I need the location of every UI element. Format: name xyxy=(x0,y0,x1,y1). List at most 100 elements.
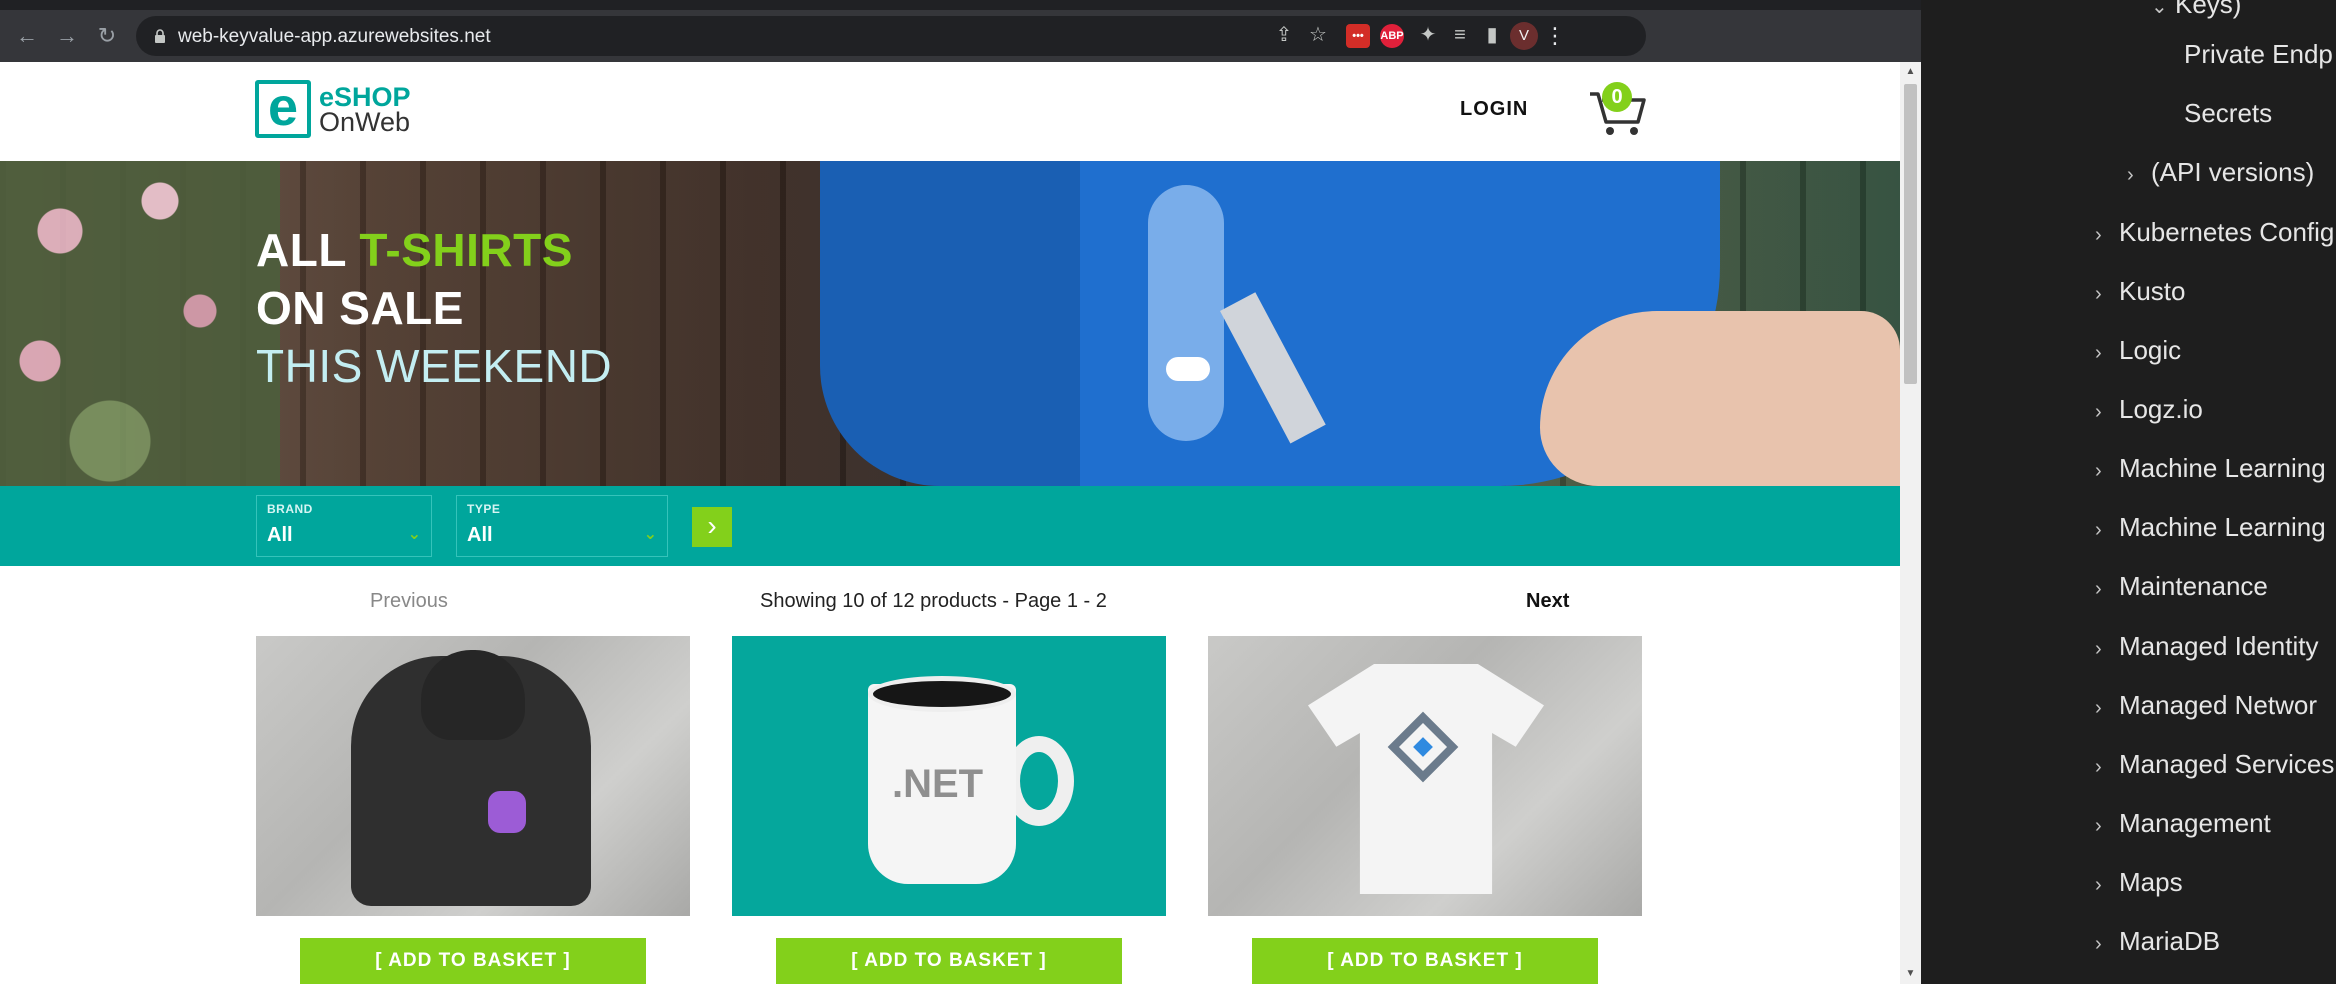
side-panel-icon[interactable]: ▮ xyxy=(1478,21,1506,49)
product-image-hoodie[interactable] xyxy=(256,636,690,916)
cart-count-badge: 0 xyxy=(1602,82,1632,112)
hero-line2: ON SALE xyxy=(256,282,464,334)
type-select[interactable]: TYPE All ⌄ xyxy=(456,495,668,557)
next-link[interactable]: Next xyxy=(1526,590,1569,613)
page-scrollbar[interactable]: ▲ ▼ xyxy=(1900,62,1921,984)
bookmark-star-icon[interactable]: ☆ xyxy=(1304,21,1332,49)
tree-item[interactable]: › Maintenance xyxy=(2095,566,2268,606)
hero-line1-green: T-SHIRTS xyxy=(359,224,573,276)
scrollbar-thumb[interactable] xyxy=(1904,84,1917,384)
type-value: All xyxy=(467,524,493,546)
robot-logo-icon xyxy=(488,791,526,833)
chevron-right-icon: › xyxy=(2095,933,2102,955)
tree-item[interactable]: › Machine Learning xyxy=(2095,507,2326,547)
scroll-up-icon[interactable]: ▲ xyxy=(1904,66,1917,78)
tree-item[interactable]: › Kusto xyxy=(2095,271,2186,311)
shirt-shadow xyxy=(820,161,1080,486)
add-to-basket-button[interactable]: [ ADD TO BASKET ] xyxy=(300,938,646,984)
chevron-right-icon: › xyxy=(2095,697,2102,719)
tree-item[interactable]: › Management xyxy=(2095,803,2271,843)
mug-rim-shape xyxy=(868,676,1016,712)
logo-line2: OnWeb xyxy=(319,107,411,137)
reload-icon[interactable]: ↻ xyxy=(92,21,122,51)
cloud-icon xyxy=(1166,357,1210,381)
brand-value: All xyxy=(267,524,293,546)
tree-item[interactable]: Secrets xyxy=(2184,93,2272,133)
browser-toolbar: ← → ↻ web-keyvalue-app.azurewebsites.net… xyxy=(0,10,1921,62)
chevron-right-icon: › xyxy=(2095,756,2102,778)
showing-text: Showing 10 of 12 products - Page 1 - 2 xyxy=(760,590,1107,612)
login-link[interactable]: LOGIN xyxy=(1460,98,1528,121)
brand-select[interactable]: BRAND All ⌄ xyxy=(256,495,432,557)
tree-item[interactable]: › Logz.io xyxy=(2095,389,2203,429)
eshop-logo[interactable]: e eSHOP OnWeb xyxy=(255,80,425,140)
knife-logo-image xyxy=(1148,185,1224,441)
tree-item[interactable]: › Kubernetes Config xyxy=(2095,212,2334,252)
tree-item[interactable]: › Managed Identity xyxy=(2095,626,2318,666)
add-to-basket-button[interactable]: [ ADD TO BASKET ] xyxy=(776,938,1122,984)
lastpass-icon[interactable]: ••• xyxy=(1346,24,1370,48)
chevron-right-icon: › xyxy=(2095,578,2102,600)
back-arrow-icon[interactable]: ← xyxy=(12,21,42,51)
adblock-icon[interactable]: ABP xyxy=(1380,24,1404,48)
chevron-right-icon: › xyxy=(2127,164,2134,186)
reading-list-icon[interactable]: ≡ xyxy=(1446,21,1474,49)
tree-item[interactable]: › Maps xyxy=(2095,862,2183,902)
type-label: TYPE xyxy=(467,502,501,516)
chevron-right-icon: › xyxy=(2095,283,2102,305)
chevron-right-icon: › xyxy=(2095,638,2102,660)
extensions-puzzle-icon[interactable]: ✦ xyxy=(1414,21,1442,49)
lock-icon xyxy=(155,29,165,43)
hero-line1-white: ALL xyxy=(256,224,347,276)
site-header: e eSHOP OnWeb LOGIN 0 xyxy=(0,62,1900,161)
flowers-image xyxy=(0,161,280,486)
product-image-tshirt[interactable] xyxy=(1208,636,1642,916)
chevron-down-icon: ⌄ xyxy=(2151,0,2168,18)
chevron-right-icon: › xyxy=(2095,519,2102,541)
scroll-down-icon[interactable]: ▼ xyxy=(1904,968,1917,980)
arm-image xyxy=(1540,311,1900,486)
apply-filter-button[interactable]: › xyxy=(692,507,732,547)
tree-item[interactable]: › (API versions) xyxy=(2127,152,2314,192)
web-page: e eSHOP OnWeb LOGIN 0 ALL T-SHIRTS ON SA… xyxy=(0,62,1900,984)
chevron-down-icon: ⌄ xyxy=(407,526,421,543)
product-card: [ ADD TO BASKET ] xyxy=(256,636,690,984)
logo-letter: e xyxy=(255,80,311,138)
resource-tree-panel: ⌄ Keys) Private Endp Secrets › (API versio… xyxy=(1921,0,2336,984)
tree-item[interactable]: › MariaDB xyxy=(2095,921,2220,961)
pagination: Previous Showing 10 of 12 products - Pag… xyxy=(0,566,1900,636)
browser-window: ← → ↻ web-keyvalue-app.azurewebsites.net… xyxy=(0,0,1921,984)
chevron-right-icon: › xyxy=(2095,224,2102,246)
tree-item[interactable]: Private Endp xyxy=(2184,34,2333,74)
chevron-right-icon: › xyxy=(2095,874,2102,896)
filter-bar: BRAND All ⌄ TYPE All ⌄ › xyxy=(0,486,1900,566)
tree-item[interactable]: › Managed Services xyxy=(2095,744,2334,784)
profile-avatar[interactable]: V xyxy=(1510,22,1538,50)
tree-item[interactable]: ⌄ Keys) xyxy=(2151,0,2241,24)
hero-banner: ALL T-SHIRTS ON SALE THIS WEEKEND xyxy=(0,161,1900,486)
chevron-right-icon: › xyxy=(2095,815,2102,837)
screen: ← → ↻ web-keyvalue-app.azurewebsites.net… xyxy=(0,0,2336,984)
previous-link[interactable]: Previous xyxy=(370,590,448,613)
forward-arrow-icon[interactable]: → xyxy=(52,21,82,51)
hero-line3: THIS WEEKEND xyxy=(256,340,613,392)
tree-item[interactable]: › Logic xyxy=(2095,330,2181,370)
browser-menu-icon[interactable]: ⋮ xyxy=(1544,22,1566,50)
product-image-mug[interactable]: .NET xyxy=(732,636,1166,916)
url-text: web-keyvalue-app.azurewebsites.net xyxy=(178,26,491,47)
tree-item[interactable]: › Managed Networ xyxy=(2095,685,2317,725)
tab-strip xyxy=(0,0,1921,10)
hoodie-hood-shape xyxy=(421,650,525,740)
product-card: [ ADD TO BASKET ] xyxy=(1208,636,1642,984)
brand-label: BRAND xyxy=(267,502,313,516)
product-card: .NET [ ADD TO BASKET ] xyxy=(732,636,1166,984)
share-icon[interactable]: ⇪ xyxy=(1270,21,1298,49)
mug-print: .NET xyxy=(892,762,984,806)
hero-headline: ALL T-SHIRTS ON SALE THIS WEEKEND xyxy=(256,221,612,395)
add-to-basket-button[interactable]: [ ADD TO BASKET ] xyxy=(1252,938,1598,984)
chevron-down-icon: ⌄ xyxy=(643,526,657,543)
chevron-right-icon: › xyxy=(2095,401,2102,423)
chevron-right-icon: › xyxy=(2095,460,2102,482)
tree-item[interactable]: › Machine Learning xyxy=(2095,448,2326,488)
chevron-right-icon: › xyxy=(2095,342,2102,364)
